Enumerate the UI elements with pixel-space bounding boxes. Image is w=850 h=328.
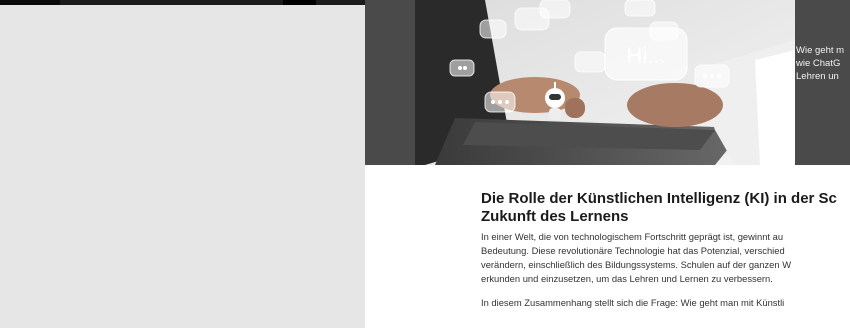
hero-image: Hi... [415, 0, 795, 165]
article-paragraph: In diesem Zusammenhang stellt sich die F… [481, 296, 850, 310]
hero-caption-line: wie ChatG [796, 58, 841, 69]
paragraph-line: erkunden und einzusetzen, um das Lehren … [481, 273, 773, 284]
paragraph-line: Bedeutung. Diese revolutionäre Technolog… [481, 245, 785, 256]
paragraph-line: In diesem Zusammenhang stellt sich die F… [481, 297, 785, 308]
hero-caption-line: Wie geht m [796, 45, 845, 56]
paragraph-line: In einer Welt, die von technologischem F… [481, 231, 784, 242]
article: Hi... Wie geht m wie ChatG Lehren un Die… [365, 0, 850, 328]
article-paragraph: In einer Welt, die von technologischem F… [481, 230, 850, 286]
chat-bubble-text: Hi... [626, 43, 665, 68]
hero-banner: Hi... Wie geht m wie ChatG Lehren un [365, 0, 850, 165]
hero-caption: Wie geht m wie ChatG Lehren un [796, 44, 850, 83]
hero-caption-line: Lehren un [796, 71, 839, 82]
headline-line: Die Rolle der Künstlichen Intelligenz (K… [481, 190, 837, 207]
paragraph-line: verändern, einschließlich des Bildungssy… [481, 259, 792, 270]
article-headline: Die Rolle der Künstlichen Intelligenz (K… [481, 190, 850, 226]
article-content: Die Rolle der Künstlichen Intelligenz (K… [481, 190, 850, 310]
left-pane [0, 5, 365, 328]
headline-line: Zukunft des Lernens [481, 208, 629, 225]
